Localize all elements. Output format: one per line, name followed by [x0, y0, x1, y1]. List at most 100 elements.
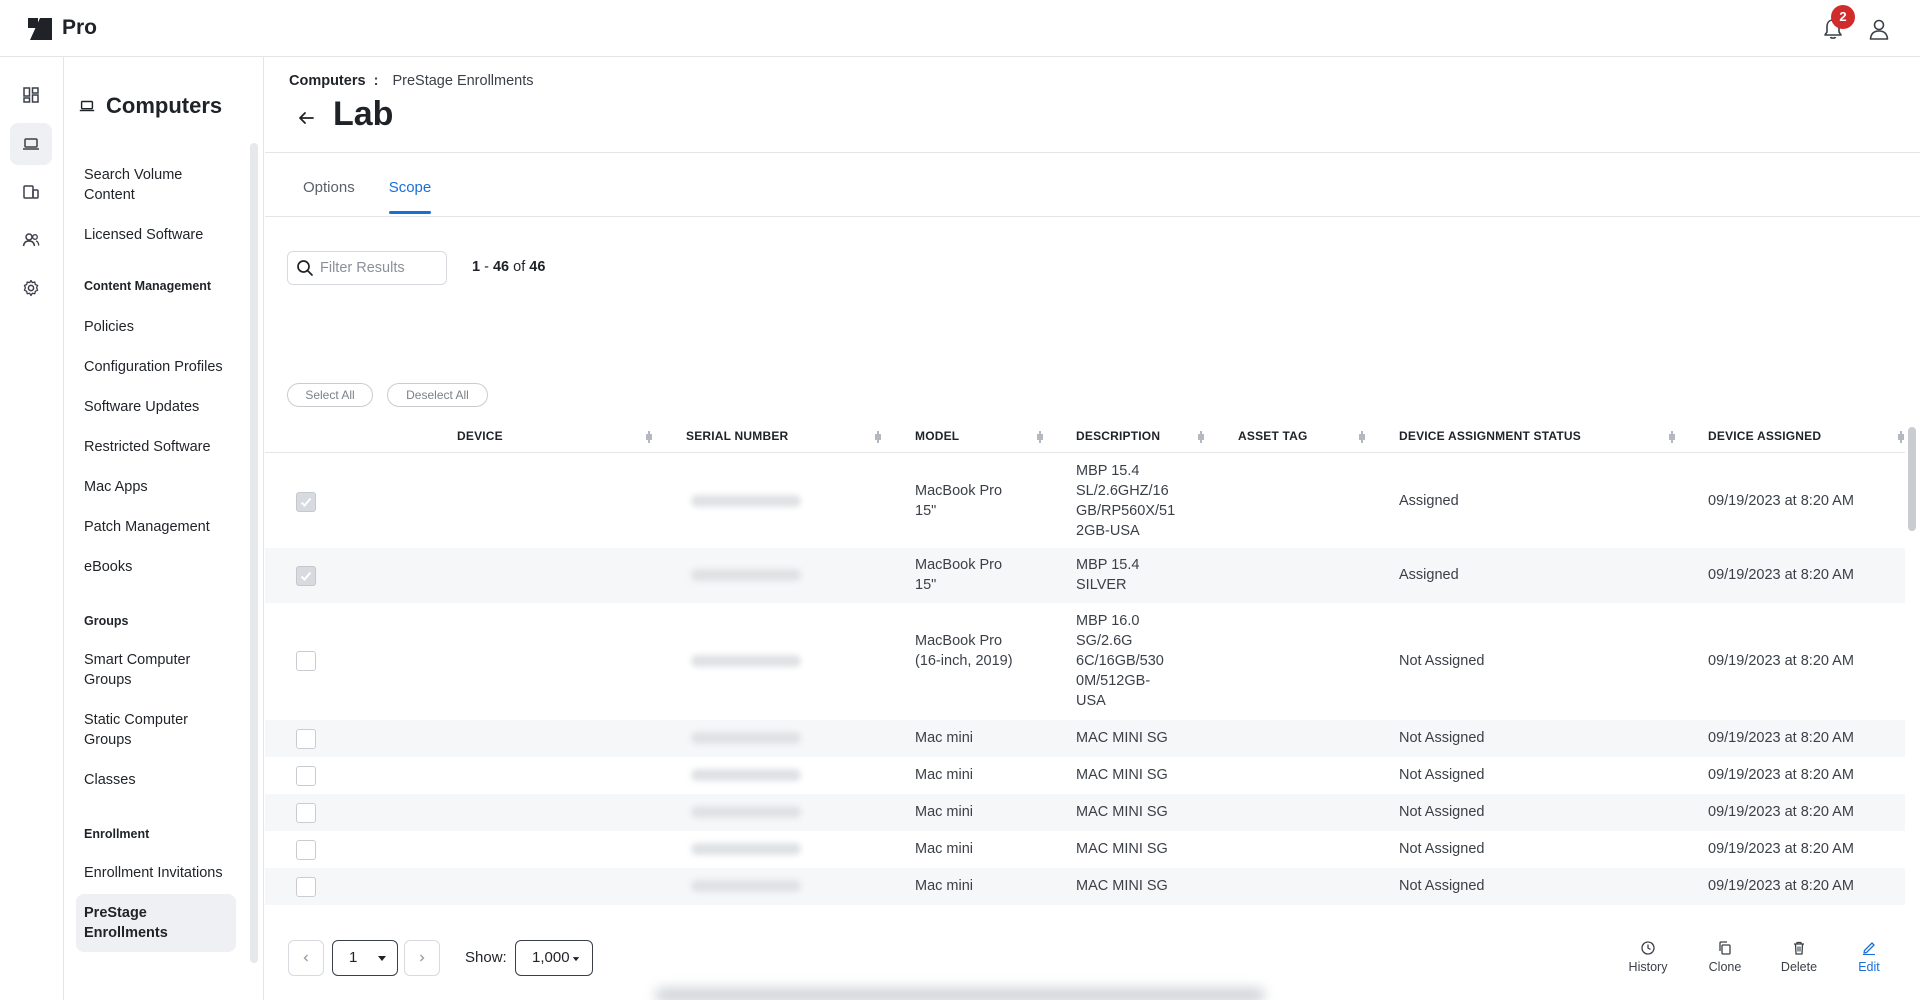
- nav-item-mac-apps[interactable]: Mac Apps: [64, 477, 254, 497]
- page-title: Lab: [333, 95, 394, 133]
- column-header-description[interactable]: DESCRIPTION: [1076, 429, 1160, 443]
- cell-assignment-status: Not Assigned: [1399, 653, 1485, 669]
- nav-item-patch-management[interactable]: Patch Management: [64, 517, 254, 537]
- delete-button[interactable]: Delete: [1764, 940, 1834, 974]
- user-account-icon[interactable]: [1866, 16, 1892, 42]
- checkmark-icon: [300, 497, 312, 507]
- dashboard-icon: [23, 87, 39, 103]
- column-resize-handle-icon[interactable]: [874, 431, 882, 443]
- column-resize-handle-icon[interactable]: [1358, 431, 1366, 443]
- cell-description: MAC MINI SG: [1076, 730, 1168, 746]
- chevron-left-icon: [303, 954, 308, 962]
- nav-item-enrollment-invitations[interactable]: Enrollment Invitations: [64, 863, 254, 883]
- cell-model: Mac mini: [915, 804, 974, 820]
- settings-gear-icon: [23, 279, 39, 297]
- serial-number-redacted: [691, 732, 801, 744]
- rail-devices-button[interactable]: [10, 171, 52, 213]
- table-vertical-scrollbar[interactable]: [1908, 427, 1916, 531]
- computers-nav-panel: Computers Search Volume Content Licensed…: [64, 57, 264, 1000]
- computer-icon: [79, 100, 95, 112]
- column-header-device-assigned[interactable]: DEVICE ASSIGNED: [1708, 429, 1821, 443]
- table-row[interactable]: Mac mini MAC MINI SG Not Assigned 09/19/…: [265, 831, 1905, 868]
- table-row[interactable]: MacBook Pro 15" MBP 15.4 SILVER Assigned…: [265, 548, 1905, 603]
- table-row[interactable]: Mac mini MAC MINI SG Not Assigned 09/19/…: [265, 757, 1905, 794]
- results-count-of: of: [513, 259, 526, 275]
- filter-results-field[interactable]: [287, 251, 447, 285]
- results-count-start: 1: [472, 259, 481, 275]
- nav-item-software-updates[interactable]: Software Updates: [64, 397, 254, 417]
- cell-device-assigned: 09/19/2023 at 8:20 AM: [1708, 767, 1854, 783]
- cell-description: MAC MINI SG: [1076, 878, 1168, 894]
- edit-button[interactable]: Edit: [1834, 940, 1904, 974]
- nav-item-static-computer-groups[interactable]: Static Computer Groups: [64, 710, 254, 750]
- filter-results-input[interactable]: [320, 260, 440, 276]
- breadcrumb-current[interactable]: PreStage Enrollments: [392, 73, 533, 89]
- app-logo-text: Pro: [62, 16, 98, 39]
- row-checkbox[interactable]: [296, 840, 316, 860]
- nav-item-classes[interactable]: Classes: [64, 770, 254, 790]
- show-per-page-value: 1,000: [532, 949, 570, 966]
- nav-item-licensed-software[interactable]: Licensed Software: [64, 225, 254, 245]
- rail-dashboard-button[interactable]: [10, 74, 52, 116]
- nav-item-search-volume-content[interactable]: Search Volume Content: [64, 165, 254, 205]
- rail-settings-button[interactable]: [10, 267, 52, 309]
- cell-description: MAC MINI SG: [1076, 804, 1168, 820]
- row-checkbox[interactable]: [296, 729, 316, 749]
- cell-assignment-status: Not Assigned: [1399, 804, 1485, 820]
- next-page-button[interactable]: [404, 940, 440, 976]
- nav-item-prestage-enrollments[interactable]: PreStage Enrollments: [76, 894, 236, 952]
- nav-item-smart-computer-groups[interactable]: Smart Computer Groups: [64, 650, 254, 690]
- column-header-asset-tag[interactable]: ASSET TAG: [1238, 429, 1308, 443]
- nav-item-policies[interactable]: Policies: [64, 317, 254, 337]
- tab-scope[interactable]: Scope: [388, 179, 431, 214]
- jamf-logo-icon[interactable]: [26, 14, 54, 42]
- nav-item-restricted-software[interactable]: Restricted Software: [64, 437, 254, 457]
- table-row[interactable]: Mac mini MAC MINI SG Not Assigned 09/19/…: [265, 794, 1905, 831]
- rail-users-button[interactable]: [10, 219, 52, 261]
- column-header-device[interactable]: DEVICE: [457, 429, 503, 443]
- clone-copy-icon: [1719, 941, 1731, 955]
- column-resize-handle-icon[interactable]: [1897, 431, 1905, 443]
- serial-number-redacted: [691, 655, 801, 667]
- page-number-select[interactable]: 1: [332, 940, 398, 976]
- row-checkbox[interactable]: [296, 492, 316, 512]
- row-checkbox[interactable]: [296, 651, 316, 671]
- nav-section-groups: Groups: [84, 614, 129, 628]
- serial-number-redacted: [691, 843, 801, 855]
- cell-assignment-status: Not Assigned: [1399, 878, 1485, 894]
- breadcrumb-separator: :: [373, 73, 379, 89]
- row-checkbox[interactable]: [296, 877, 316, 897]
- breadcrumb-root[interactable]: Computers: [289, 73, 366, 89]
- table-row[interactable]: MacBook Pro (16-inch, 2019) MBP 16.0 SG/…: [265, 603, 1905, 720]
- show-per-page-label: Show:: [465, 949, 507, 966]
- column-header-model[interactable]: MODEL: [915, 429, 959, 443]
- deselect-all-button[interactable]: Deselect All: [387, 383, 488, 407]
- row-checkbox[interactable]: [296, 566, 316, 586]
- history-button[interactable]: History: [1613, 940, 1683, 974]
- back-arrow-icon[interactable]: [295, 107, 317, 129]
- cell-model: MacBook Pro 15": [915, 483, 1003, 519]
- column-header-device-assignment-status[interactable]: DEVICE ASSIGNMENT STATUS: [1399, 429, 1581, 443]
- previous-page-button[interactable]: [288, 940, 324, 976]
- row-checkbox[interactable]: [296, 766, 316, 786]
- cell-device-assigned: 09/19/2023 at 8:20 AM: [1708, 567, 1854, 583]
- column-resize-handle-icon[interactable]: [1036, 431, 1044, 443]
- devices-icon: [23, 185, 39, 199]
- rail-computers-button[interactable]: [10, 123, 52, 165]
- tab-options[interactable]: Options: [303, 179, 355, 214]
- nav-scrollbar[interactable]: [250, 143, 258, 963]
- column-resize-handle-icon[interactable]: [1197, 431, 1205, 443]
- row-checkbox[interactable]: [296, 803, 316, 823]
- table-row[interactable]: MacBook Pro 15" MBP 15.4 SL/2.6GHZ/16 GB…: [265, 454, 1905, 548]
- table-row[interactable]: Mac mini MAC MINI SG Not Assigned 09/19/…: [265, 720, 1905, 757]
- nav-item-configuration-profiles[interactable]: Configuration Profiles: [64, 357, 254, 377]
- clone-button[interactable]: Clone: [1690, 940, 1760, 974]
- column-resize-handle-icon[interactable]: [1668, 431, 1676, 443]
- nav-item-ebooks[interactable]: eBooks: [64, 557, 254, 577]
- column-header-serial-number[interactable]: SERIAL NUMBER: [686, 429, 788, 443]
- table-row[interactable]: Mac mini MAC MINI SG Not Assigned 09/19/…: [265, 868, 1905, 905]
- show-per-page-select[interactable]: 1,000: [515, 940, 593, 976]
- select-all-button[interactable]: Select All: [287, 383, 373, 407]
- header-divider: [265, 152, 1920, 153]
- column-resize-handle-icon[interactable]: [645, 431, 653, 443]
